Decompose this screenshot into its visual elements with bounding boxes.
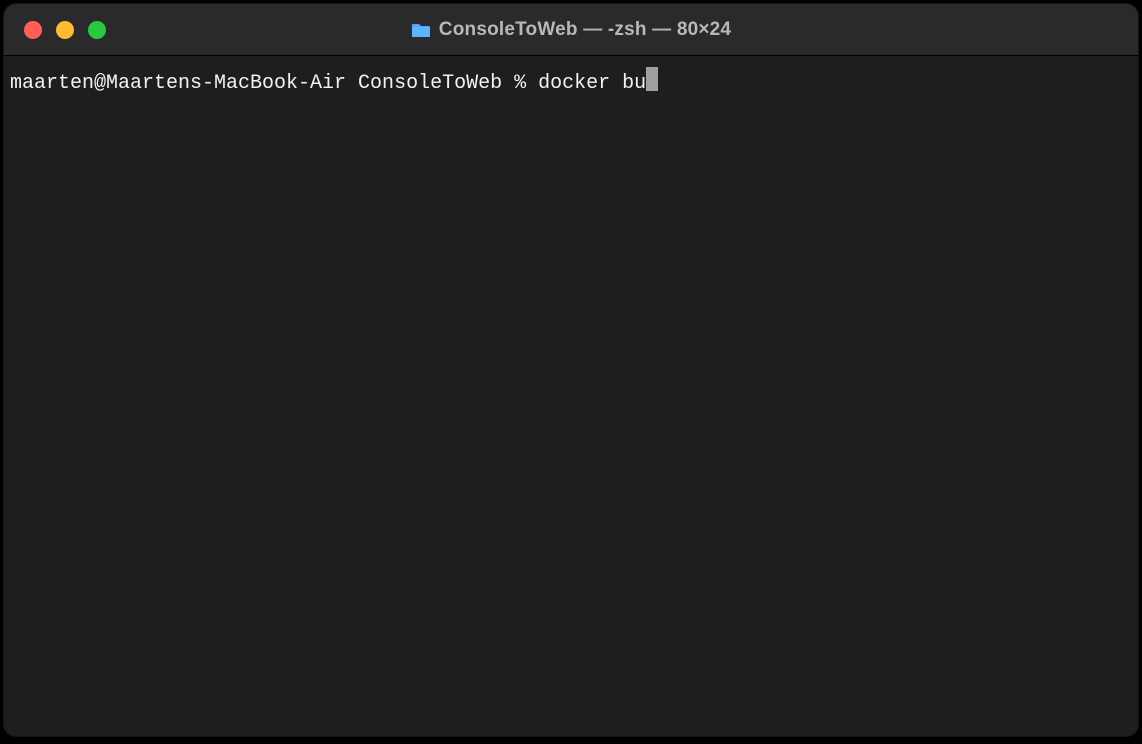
traffic-lights	[4, 21, 106, 39]
titlebar[interactable]: ConsoleToWeb — -zsh — 80×24	[4, 4, 1138, 56]
folder-icon	[411, 22, 431, 38]
shell-prompt: maarten@Maartens-MacBook-Air ConsoleToWe…	[10, 71, 538, 97]
terminal-body[interactable]: maarten@Maartens-MacBook-Air ConsoleToWe…	[4, 56, 1138, 736]
close-button[interactable]	[24, 21, 42, 39]
maximize-button[interactable]	[88, 21, 106, 39]
title-center: ConsoleToWeb — -zsh — 80×24	[4, 19, 1138, 41]
terminal-window: ConsoleToWeb — -zsh — 80×24 maarten@Maar…	[4, 4, 1138, 736]
command-input[interactable]: docker bu	[538, 71, 646, 97]
window-title: ConsoleToWeb — -zsh — 80×24	[439, 19, 731, 41]
minimize-button[interactable]	[56, 21, 74, 39]
terminal-line: maarten@Maartens-MacBook-Air ConsoleToWe…	[10, 64, 1132, 97]
cursor	[646, 67, 658, 91]
